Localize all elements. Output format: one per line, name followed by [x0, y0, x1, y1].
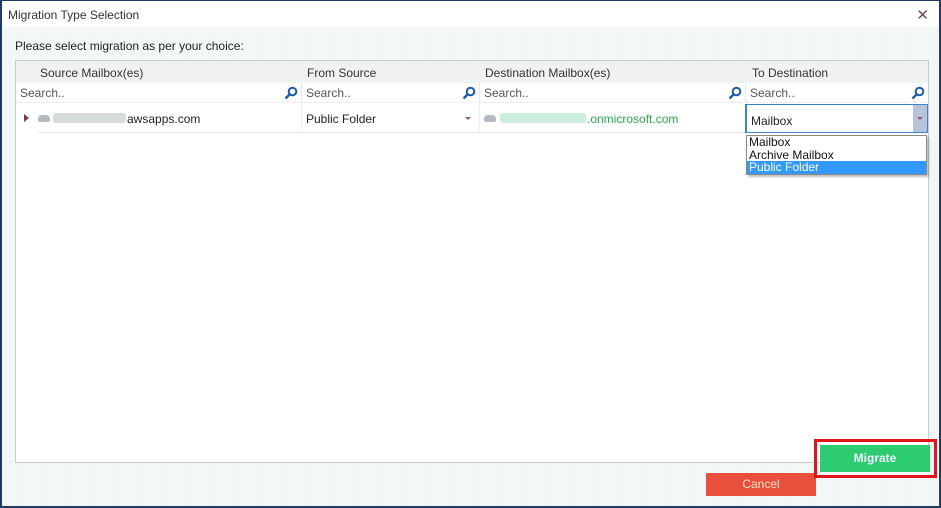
- dialog-title: Migration Type Selection: [8, 8, 140, 22]
- chevron-down-icon[interactable]: [465, 117, 471, 120]
- dialog-body: Please select migration as per your choi…: [2, 27, 939, 506]
- to-destination-combobox[interactable]: Mailbox: [745, 104, 928, 133]
- chevron-down-icon: [917, 117, 923, 120]
- destination-mailbox-cell: .onmicrosoft.com: [480, 104, 746, 132]
- destination-search-cell: [480, 83, 746, 103]
- migrate-button[interactable]: Migrate: [820, 445, 930, 472]
- dropdown-option-mailbox[interactable]: Mailbox: [747, 136, 926, 149]
- column-header-to-destination[interactable]: To Destination: [752, 66, 828, 80]
- source-mailbox-cell: awsapps.com: [16, 104, 302, 132]
- cancel-button[interactable]: Cancel: [706, 473, 816, 496]
- destination-search-input[interactable]: [480, 83, 745, 103]
- to-destination-dropdown-list: Mailbox Archive Mailbox Public Folder: [746, 135, 927, 175]
- cloud-icon: [38, 115, 50, 122]
- redacted-text: [500, 113, 586, 123]
- cloud-icon: [484, 115, 496, 122]
- column-header-from-source[interactable]: From Source: [307, 66, 376, 80]
- column-header-source-mailbox[interactable]: Source Mailbox(es): [40, 66, 143, 80]
- search-icon[interactable]: [728, 86, 742, 100]
- search-icon[interactable]: [284, 86, 298, 100]
- from-source-search-cell: [302, 83, 480, 103]
- column-header-destination-mailbox[interactable]: Destination Mailbox(es): [485, 66, 610, 80]
- title-bar: Migration Type Selection ✕: [2, 1, 939, 27]
- dropdown-option-public-folder[interactable]: Public Folder: [747, 161, 926, 174]
- migration-grid: Source Mailbox(es) From Source Destinati…: [15, 60, 929, 463]
- table-row[interactable]: awsapps.com Public Folder .onmicrosoft.c…: [16, 104, 928, 133]
- source-mailbox-domain: awsapps.com: [127, 112, 201, 126]
- redacted-text: [53, 113, 126, 123]
- from-source-value: Public Folder: [306, 112, 377, 126]
- migration-type-dialog: Migration Type Selection ✕ Please select…: [0, 0, 941, 508]
- instruction-text: Please select migration as per your choi…: [15, 39, 244, 53]
- search-icon[interactable]: [911, 86, 925, 100]
- from-source-search-input[interactable]: [302, 83, 479, 103]
- search-row: [16, 83, 928, 103]
- grid-header: Source Mailbox(es) From Source Destinati…: [16, 61, 928, 83]
- to-destination-value: Mailbox: [751, 114, 793, 128]
- to-destination-search-input[interactable]: [746, 83, 928, 103]
- destination-mailbox-domain: .onmicrosoft.com: [587, 112, 679, 126]
- source-search-input[interactable]: [16, 83, 301, 103]
- source-search-cell: [16, 83, 302, 103]
- dropdown-button[interactable]: [913, 105, 927, 132]
- to-destination-search-cell: [746, 83, 928, 103]
- from-source-cell[interactable]: Public Folder: [302, 104, 480, 132]
- close-icon[interactable]: ✕: [916, 6, 929, 24]
- search-icon[interactable]: [462, 86, 476, 100]
